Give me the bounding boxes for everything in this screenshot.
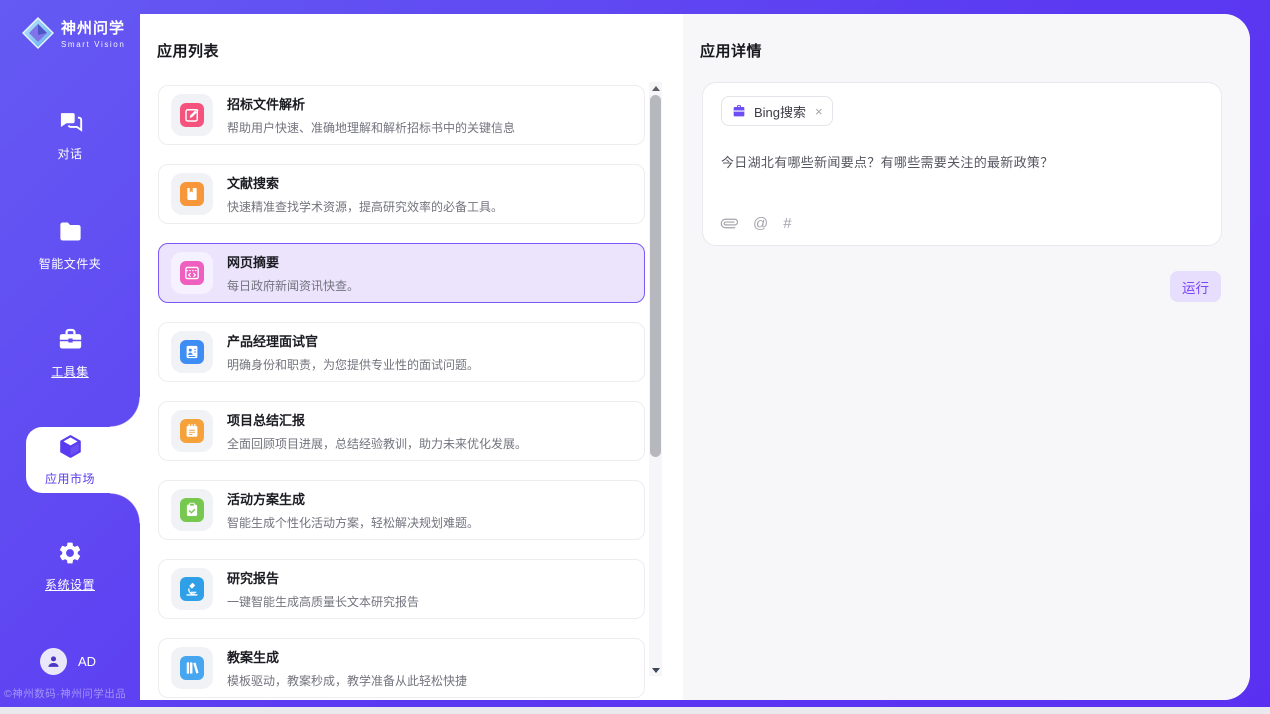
prompt-card: Bing搜索 × 今日湖北有哪些新闻要点？有哪些需要关注的最新政策？ @ # [702,82,1222,246]
bottom-edge-strip [0,707,1270,714]
toolbox-icon [57,326,84,353]
app-list-item[interactable]: 文献搜索快速精准查找学术资源，提高研究效率的必备工具。 [158,164,645,224]
tag-close-icon[interactable]: × [815,105,823,118]
tool-tag-label: Bing搜索 [754,102,806,121]
brand-name: 神州问学 [61,17,125,38]
sidebar-item-smart-folder[interactable]: 智能文件夹 [0,218,140,272]
scrollbar-thumb[interactable] [650,95,661,457]
cube-icon [57,433,84,460]
sidebar-item-toolset[interactable]: 工具集 [0,326,140,380]
tool-tag-bing-search[interactable]: Bing搜索 × [721,96,833,126]
brand-subtitle: Smart Vision [61,40,125,49]
sidebar-item-app-market[interactable]: 应用市场 [0,433,140,487]
app-list-item[interactable]: 项目总结汇报全面回顾项目进展，总结经验教训，助力未来优化发展。 [158,401,645,461]
brand-diamond-icon [20,15,56,51]
clipboard-check-icon [180,498,204,522]
user-initials: AD [78,654,96,669]
app-icon-container [171,252,213,294]
app-desc: 每日政府新闻资讯快查。 [227,277,359,294]
brand-logo: 神州问学 Smart Vision [20,15,125,51]
app-title: 文献搜索 [227,173,503,192]
app-list-item[interactable]: 产品经理面试官明确身份和职责，为您提供专业性的面试问题。 [158,322,645,382]
app-desc: 快速精准查找学术资源，提高研究效率的必备工具。 [227,198,503,215]
app-icon-container [171,410,213,452]
app-desc: 明确身份和职责，为您提供专业性的面试问题。 [227,356,479,373]
app-list-item[interactable]: 研究报告一键智能生成高质量长文本研究报告 [158,559,645,619]
app-list-scrollbar[interactable] [649,82,662,676]
sidebar-item-label: 智能文件夹 [0,255,140,272]
app-icon-container [171,647,213,689]
copyright-footer: ©神州数码·神州问学出品 [4,686,164,701]
app-desc: 智能生成个性化活动方案，轻松解决规划难题。 [227,514,479,531]
sidebar: 神州问学 Smart Vision AD ©神州数码·神州问学出品 对话智能文件… [0,0,140,714]
app-icon-container [171,489,213,531]
folder-icon [57,218,84,245]
app-icon-container [171,173,213,215]
books-icon [180,656,204,680]
gear-icon [57,540,83,566]
app-desc: 模板驱动，教案秒成，教学准备从此轻松快捷 [227,672,467,689]
app-desc: 帮助用户快速、准确地理解和解析招标书中的关键信息 [227,119,515,136]
sidebar-item-chat[interactable]: 对话 [0,108,140,162]
briefcase-icon [731,103,747,119]
microscope-icon [180,577,204,601]
app-detail-panel: 应用详情 Bing搜索 × 今日湖北有哪些新闻要点？有哪些需要关注的最新政策？ [683,14,1250,700]
sidebar-item-settings[interactable]: 系统设置 [0,540,140,593]
app-list-item[interactable]: 网页摘要每日政府新闻资讯快查。 [158,243,645,303]
app-title: 研究报告 [227,568,419,587]
app-detail-title: 应用详情 [700,40,762,61]
app-icon-container [171,331,213,373]
notepad-icon [180,419,204,443]
main-content-card: 应用列表 招标文件解析帮助用户快速、准确地理解和解析招标书中的关键信息文献搜索快… [140,14,1250,700]
app-title: 项目总结汇报 [227,410,527,429]
app-title: 教案生成 [227,647,467,666]
chat-icon [57,108,84,135]
app-title: 产品经理面试官 [227,331,479,350]
app-desc: 一键智能生成高质量长文本研究报告 [227,593,419,610]
book-icon [180,182,204,206]
sidebar-item-label: 对话 [0,145,140,162]
at-sign-icon[interactable]: @ [753,215,768,232]
interviewer-icon [180,340,204,364]
app-title: 招标文件解析 [227,94,515,113]
scroll-down-arrow-icon[interactable] [649,664,662,676]
app-title: 活动方案生成 [227,489,479,508]
app-desc: 全面回顾项目进展，总结经验教训，助力未来优化发展。 [227,435,527,452]
app-icon-container [171,94,213,136]
user-account[interactable]: AD [40,648,96,675]
app-list-item[interactable]: 活动方案生成智能生成个性化活动方案，轻松解决规划难题。 [158,480,645,540]
app-list-item[interactable]: 教案生成模板驱动，教案秒成，教学准备从此轻松快捷 [158,638,645,698]
scroll-up-arrow-icon[interactable] [649,82,662,94]
browser-code-icon [180,261,204,285]
run-button[interactable]: 运行 [1170,271,1221,302]
user-avatar-icon [40,648,67,675]
app-title: 网页摘要 [227,252,359,271]
paperclip-icon[interactable] [717,211,741,235]
app-list-item[interactable]: 招标文件解析帮助用户快速、准确地理解和解析招标书中的关键信息 [158,85,645,145]
app-icon-container [171,568,213,610]
app-list-panel: 应用列表 招标文件解析帮助用户快速、准确地理解和解析招标书中的关键信息文献搜索快… [140,14,683,700]
sidebar-item-label: 应用市场 [0,470,140,487]
hash-icon[interactable]: # [783,215,790,232]
sidebar-item-label: 系统设置 [0,576,140,593]
app-list-title: 应用列表 [157,40,219,61]
sidebar-item-label: 工具集 [0,363,140,380]
prompt-input[interactable]: 今日湖北有哪些新闻要点？有哪些需要关注的最新政策？ [721,152,1203,171]
edit-document-icon [180,103,204,127]
